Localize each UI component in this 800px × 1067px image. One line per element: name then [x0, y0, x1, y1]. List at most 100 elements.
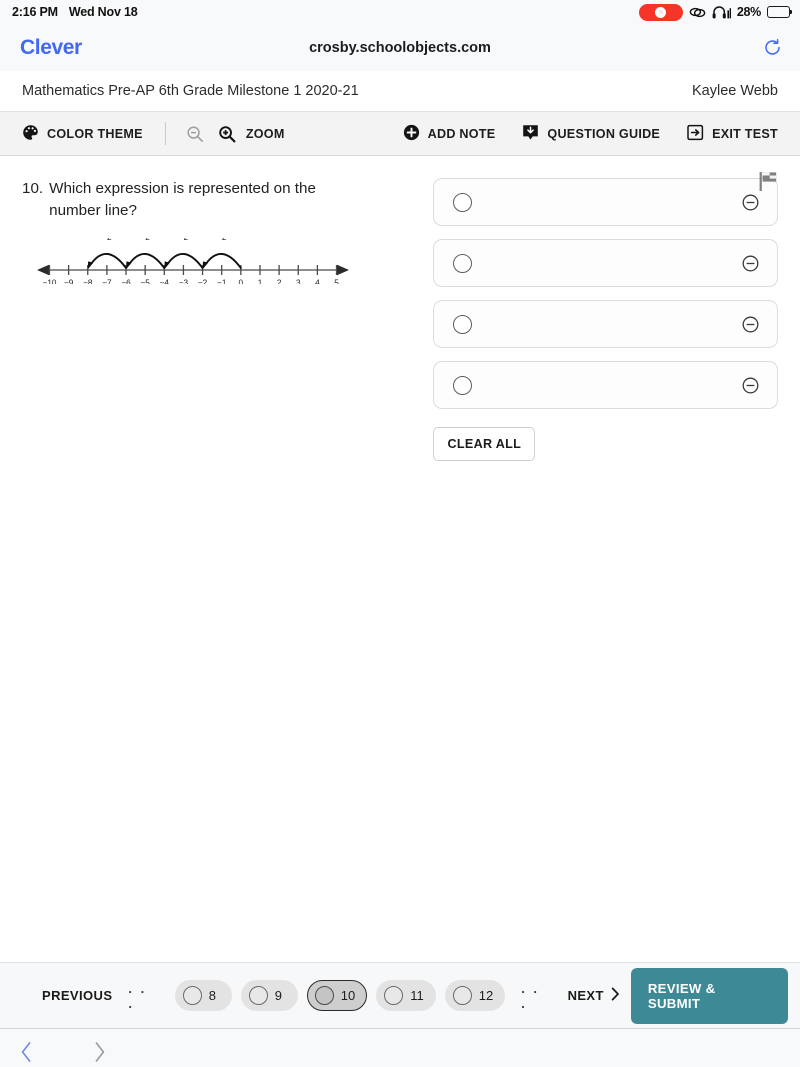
screen-record-icon[interactable]: [638, 3, 683, 21]
radio-a[interactable]: [453, 192, 473, 212]
eliminate-icon-b[interactable]: [742, 255, 759, 272]
svg-text:0: 0: [239, 279, 244, 285]
question-pill-status-dot: [452, 986, 472, 1005]
radio-d[interactable]: [453, 375, 473, 395]
browser-toolbar: Clever crosby.schoolobjects.com: [0, 24, 800, 71]
eliminate-icon-c[interactable]: [742, 316, 759, 333]
browser-back-button[interactable]: [20, 1041, 33, 1063]
reload-icon[interactable]: [763, 38, 782, 57]
address-bar-url[interactable]: crosby.schoolobjects.com: [0, 40, 800, 56]
svg-text:2: 2: [277, 279, 282, 285]
svg-text:4: 4: [315, 279, 320, 285]
next-button[interactable]: NEXT: [568, 987, 620, 1004]
answer-choice-b[interactable]: [433, 239, 778, 287]
svg-text:−2: −2: [217, 238, 227, 242]
eliminate-icon-a[interactable]: [742, 194, 759, 211]
svg-text:−7: −7: [102, 279, 112, 285]
question-prompt: 10. Which expression is represented on t…: [22, 178, 413, 222]
flag-icon[interactable]: [758, 170, 778, 197]
status-right-cluster: 28%: [638, 3, 793, 21]
svg-text:−8: −8: [83, 279, 93, 285]
battery-icon: [767, 6, 793, 18]
question-pill-11[interactable]: 11: [376, 980, 436, 1011]
toolbar-right-group: ADD NOTE QUESTION GUIDE EXIT TEST: [403, 124, 778, 144]
radio-b[interactable]: [453, 253, 473, 273]
exit-test-label: EXIT TEST: [712, 126, 778, 141]
number-line-svg: −10−9−8−7−6−5−4−3−2−1012345−2−2−2−2: [37, 233, 349, 288]
status-time: 2:16 PM: [12, 5, 58, 19]
safari-bottom-bar: [0, 1028, 800, 1067]
question-left-column: 10. Which expression is represented on t…: [22, 178, 413, 962]
svg-text:3: 3: [296, 279, 301, 285]
headphones-icon: [712, 5, 731, 19]
plus-circle-icon: [403, 124, 420, 144]
question-text: Which expression is represented on the n…: [49, 180, 316, 220]
question-pill-list: 8 9 10 11 12: [174, 980, 506, 1011]
question-pill-number: 8: [208, 988, 216, 1003]
svg-text:−2: −2: [198, 279, 208, 285]
student-name: Kaylee Webb: [692, 83, 778, 99]
question-pill-number: 11: [410, 988, 424, 1003]
question-pill-number: 9: [274, 988, 282, 1003]
next-label: NEXT: [567, 988, 604, 1003]
svg-text:−2: −2: [140, 238, 150, 242]
zoom-in-icon[interactable]: [218, 125, 236, 143]
exit-test-button[interactable]: EXIT TEST: [687, 124, 778, 144]
answer-choice-c[interactable]: [433, 300, 778, 348]
answer-choice-a[interactable]: [433, 178, 778, 226]
status-date: Wed Nov 18: [68, 5, 138, 19]
review-submit-button[interactable]: REVIEW & SUBMIT: [630, 967, 788, 1024]
zoom-out-icon[interactable]: [186, 125, 204, 143]
link-icon: [689, 6, 706, 19]
exit-icon: [687, 124, 704, 144]
clever-tab-label[interactable]: Clever: [20, 36, 82, 60]
svg-text:−5: −5: [140, 279, 150, 285]
palette-icon: [22, 124, 39, 144]
svg-text:−9: −9: [64, 279, 74, 285]
test-toolbar: COLOR THEME ZOOM ADD NOTE QUESTION GUIDE…: [0, 111, 800, 156]
question-guide-label: QUESTION GUIDE: [547, 126, 661, 141]
leading-dots: . . .: [128, 980, 147, 1011]
browser-forward-button[interactable]: [93, 1041, 106, 1063]
test-header: Mathematics Pre-AP 6th Grade Milestone 1…: [0, 71, 800, 111]
question-pill-number: 12: [478, 988, 494, 1003]
svg-text:−3: −3: [179, 279, 189, 285]
ios-status-bar: 2:16 PM Wed Nov 18 28%: [0, 0, 800, 24]
answer-choice-d[interactable]: [433, 361, 778, 409]
guide-bookmark-icon: [522, 124, 539, 144]
number-line-figure: −10−9−8−7−6−5−4−3−2−1012345−2−2−2−2: [28, 233, 413, 289]
trailing-dots: . . .: [521, 980, 540, 1011]
question-pill-number: 10: [340, 988, 356, 1003]
radio-c[interactable]: [453, 314, 473, 334]
question-pill-10[interactable]: 10: [306, 980, 368, 1011]
question-content: 10. Which expression is represented on t…: [0, 156, 800, 962]
toolbar-divider: [164, 122, 166, 145]
question-pill-9[interactable]: 9: [240, 980, 298, 1011]
svg-text:−1: −1: [217, 279, 227, 285]
zoom-controls: ZOOM: [186, 125, 285, 143]
question-pill-8[interactable]: 8: [174, 980, 232, 1011]
battery-percent: 28%: [736, 5, 761, 19]
svg-text:−10: −10: [43, 279, 57, 285]
question-number: 10.: [22, 180, 44, 197]
question-pill-status-dot: [384, 986, 404, 1005]
question-pill-12[interactable]: 12: [444, 980, 506, 1011]
eliminate-icon-d[interactable]: [742, 377, 759, 394]
chevron-right-icon: [611, 987, 620, 1004]
question-pill-status-dot: [248, 986, 268, 1005]
add-note-button[interactable]: ADD NOTE: [403, 124, 496, 144]
previous-button[interactable]: PREVIOUS: [42, 988, 112, 1003]
svg-text:5: 5: [334, 279, 339, 285]
svg-text:1: 1: [258, 279, 263, 285]
svg-text:−6: −6: [121, 279, 131, 285]
svg-text:−2: −2: [179, 238, 189, 242]
question-guide-button[interactable]: QUESTION GUIDE: [522, 124, 660, 144]
color-theme-button[interactable]: COLOR THEME: [22, 124, 143, 144]
question-navigation-bar: PREVIOUS . . . 8 9 10 11 12 . . . NEXT REVIE…: [0, 962, 800, 1028]
zoom-label: ZOOM: [245, 126, 285, 141]
question-pill-status-dot: [314, 986, 334, 1005]
answer-choices: CLEAR ALL: [433, 178, 778, 962]
svg-text:−2: −2: [102, 238, 112, 242]
test-title: Mathematics Pre-AP 6th Grade Milestone 1…: [22, 83, 359, 99]
clear-all-button[interactable]: CLEAR ALL: [433, 427, 536, 461]
